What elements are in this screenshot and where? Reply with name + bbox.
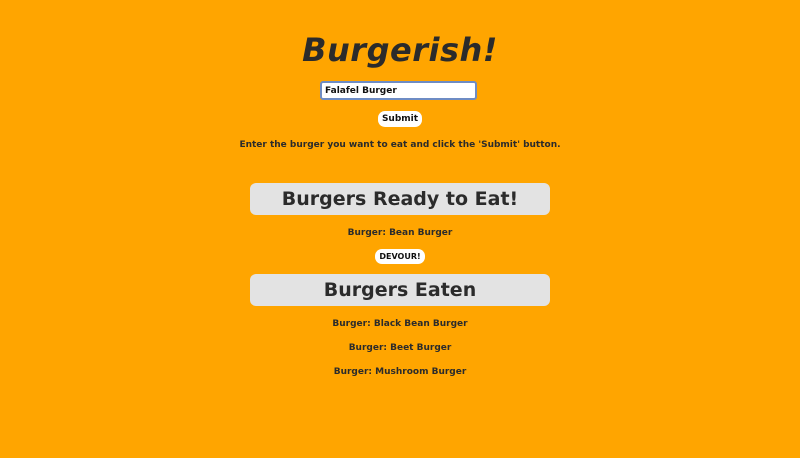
burgerish-app: Burgerish! Submit Enter the burger you w…: [0, 0, 800, 458]
ready-section-heading: Burgers Ready to Eat!: [250, 183, 550, 215]
eaten-burger-item: Burger: Black Bean Burger: [332, 319, 468, 329]
eaten-burger-item: Burger: Mushroom Burger: [333, 367, 467, 377]
page-title: Burgerish!: [302, 31, 498, 69]
burger-name-input[interactable]: [320, 81, 477, 100]
devour-button[interactable]: DEVOUR!: [375, 249, 425, 264]
instructions-text: Enter the burger you want to eat and cli…: [239, 140, 561, 150]
eaten-burger-item: Burger: Beet Burger: [348, 343, 452, 353]
submit-button[interactable]: Submit: [378, 111, 422, 127]
eaten-section-heading: Burgers Eaten: [250, 274, 550, 306]
ready-burger-item: Burger: Bean Burger: [347, 228, 453, 238]
